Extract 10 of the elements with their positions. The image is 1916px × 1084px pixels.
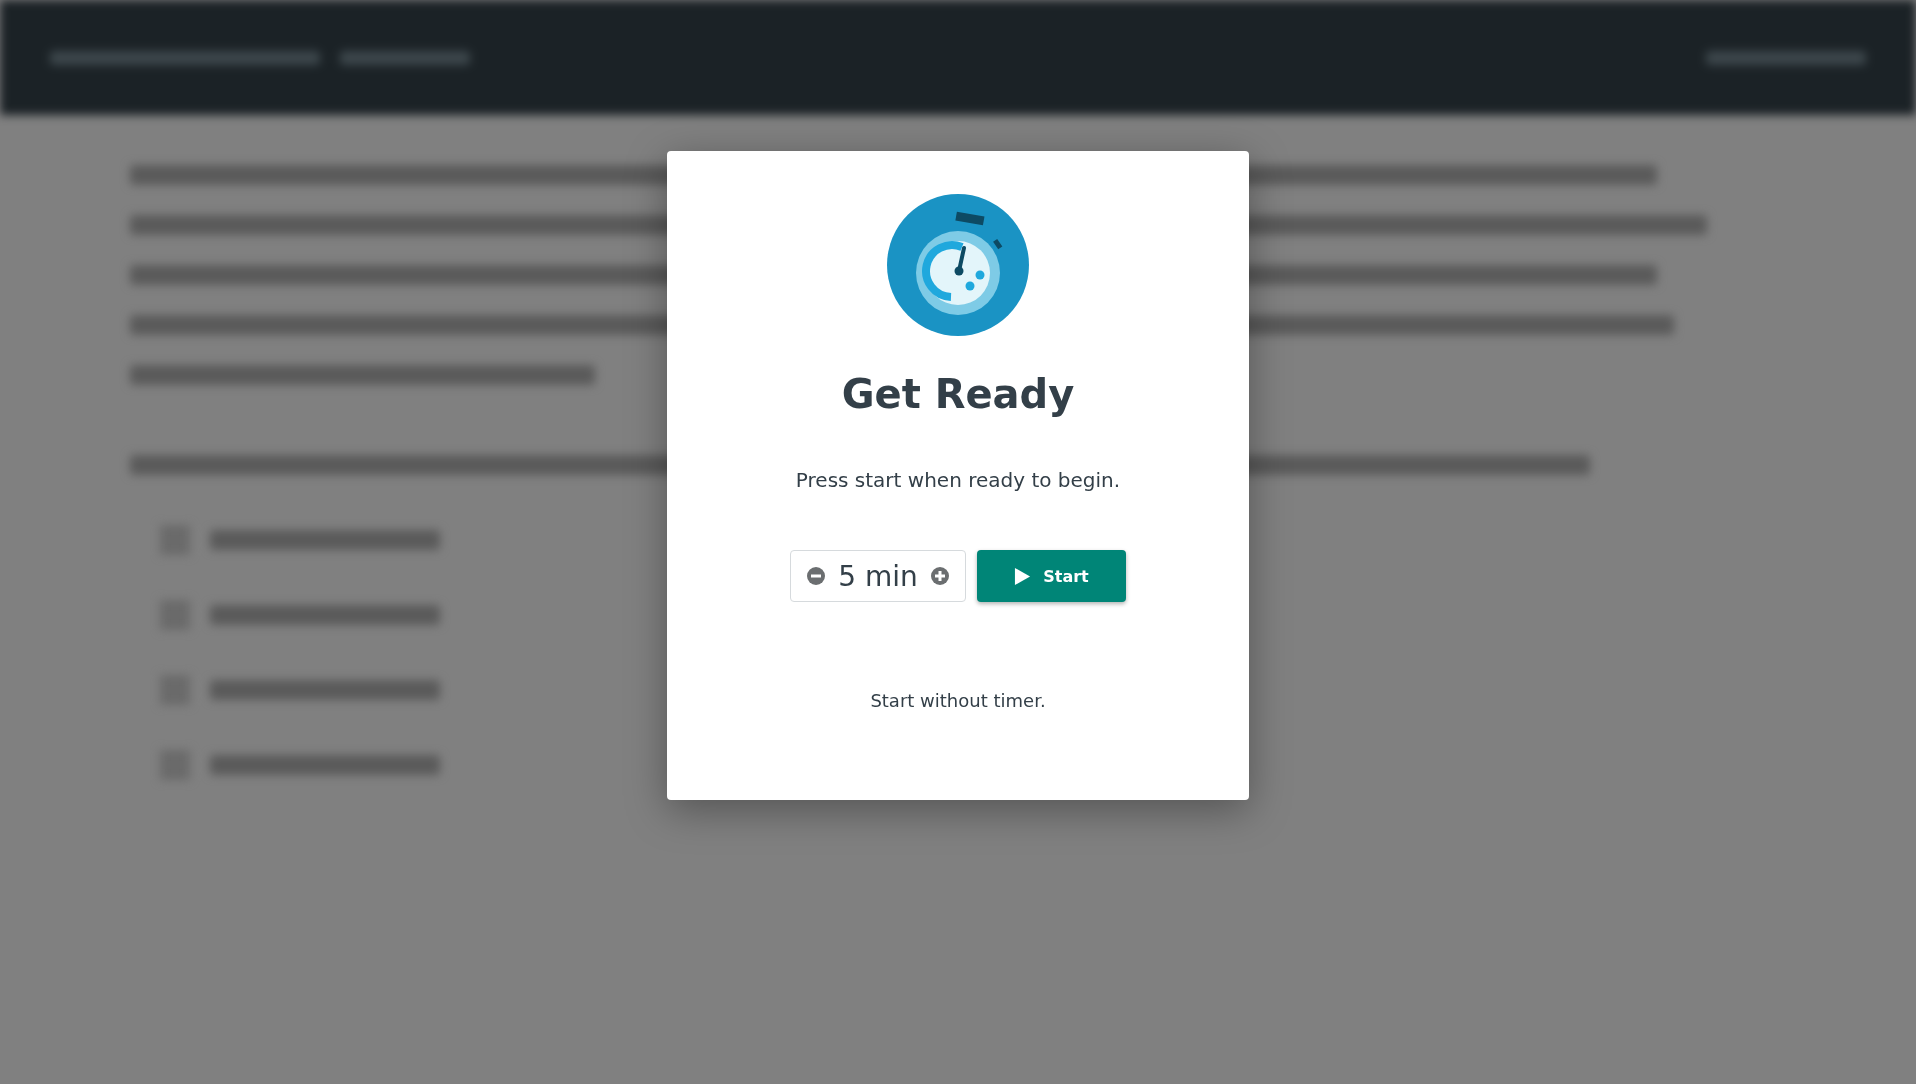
- duration-stepper[interactable]: 5 min: [790, 550, 966, 602]
- duration-value: 5 min: [838, 559, 918, 593]
- start-without-timer-link[interactable]: Start without timer.: [870, 690, 1046, 711]
- minus-icon[interactable]: [807, 567, 825, 585]
- dialog-title: Get Ready: [841, 370, 1075, 418]
- start-button[interactable]: Start: [977, 550, 1126, 602]
- stopwatch-icon: [887, 194, 1029, 336]
- dialog-message: Press start when ready to begin.: [795, 468, 1121, 492]
- play-icon: [1014, 566, 1032, 586]
- plus-icon[interactable]: [931, 567, 949, 585]
